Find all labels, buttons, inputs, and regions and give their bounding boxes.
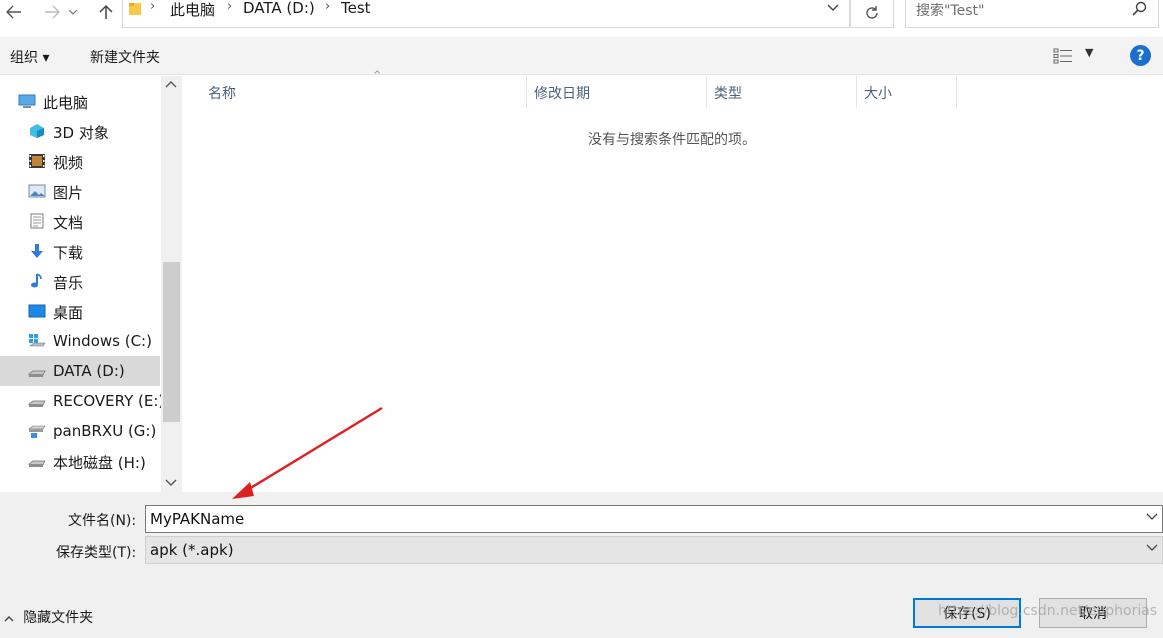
navigation-pane: 此电脑 3D 对象 视频 图片 文档 下载 音乐 桌面 Windows (C:)… xyxy=(0,76,182,492)
sidebar-item-recovery-e[interactable]: RECOVERY (E:) xyxy=(0,386,164,416)
sidebar-item-3d-objects[interactable]: 3D 对象 xyxy=(0,116,160,146)
sidebar-item-this-pc[interactable]: 此电脑 xyxy=(0,86,160,116)
sidebar-item-label: DATA (D:) xyxy=(53,362,125,380)
sidebar-item-videos[interactable]: 视频 xyxy=(0,146,160,176)
sidebar-item-label: 此电脑 xyxy=(43,94,89,112)
sidebar-item-label: 桌面 xyxy=(53,304,84,322)
filename-value[interactable]: MyPAKName xyxy=(150,510,244,528)
sidebar-item-label: 下载 xyxy=(53,244,84,262)
documents-icon xyxy=(30,213,44,229)
hide-folders-toggle[interactable]: 隐藏文件夹 xyxy=(4,607,93,627)
new-folder-button[interactable]: 新建文件夹 xyxy=(90,47,160,67)
breadcrumb-separator-icon: › xyxy=(227,0,233,14)
filename-label: 文件名(N): xyxy=(68,513,137,529)
sidebar-item-label: 视频 xyxy=(53,154,84,172)
forward-arrow-icon[interactable] xyxy=(40,0,64,24)
column-header-type[interactable]: 类型 xyxy=(707,76,857,108)
scroll-down-icon[interactable] xyxy=(165,477,177,490)
view-dropdown-icon[interactable]: ▼ xyxy=(1085,46,1093,59)
recent-locations-chevron-icon[interactable] xyxy=(66,0,80,24)
column-header-label: 类型 xyxy=(714,86,742,102)
sidebar-item-label: Windows (C:) xyxy=(53,332,152,350)
download-icon xyxy=(31,244,43,258)
sidebar-item-label: 文档 xyxy=(53,214,84,232)
column-header-label: 修改日期 xyxy=(534,86,590,102)
filename-dropdown-icon[interactable] xyxy=(1146,510,1158,524)
drive-icon xyxy=(28,370,46,377)
column-header-label: 名称 xyxy=(208,86,236,102)
filetype-value: apk (*.apk) xyxy=(150,541,234,559)
view-options-icon[interactable] xyxy=(1053,48,1073,64)
video-icon xyxy=(29,154,45,168)
sidebar-item-downloads[interactable]: 下载 xyxy=(0,236,160,266)
sidebar-item-label: RECOVERY (E:) xyxy=(53,392,165,410)
desktop-icon xyxy=(28,304,46,318)
sidebar-item-data-d[interactable]: DATA (D:) xyxy=(0,356,160,386)
breadcrumb-test[interactable]: Test xyxy=(341,0,371,17)
column-header-date-modified[interactable]: 修改日期 xyxy=(527,76,707,108)
address-bar[interactable]: › 此电脑 › DATA (D:) › Test xyxy=(122,0,850,28)
navigation-bar: › 此电脑 › DATA (D:) › Test 搜索"Test" xyxy=(0,0,1163,36)
save-options-panel: 文件名(N): MyPAKName 保存类型(T): apk (*.apk) 隐… xyxy=(0,492,1163,638)
refresh-icon xyxy=(866,5,878,19)
3d-objects-icon xyxy=(30,124,44,138)
windows-drive-icon xyxy=(29,334,46,347)
search-input[interactable]: 搜索"Test" xyxy=(916,0,984,20)
column-header-name[interactable]: 名称 ^ xyxy=(201,70,527,108)
file-list: 名称 ^ 修改日期 类型 大小 没有与搜索条件匹配的项。 xyxy=(184,70,1163,492)
column-header-size[interactable]: 大小 xyxy=(857,76,957,108)
organize-menu-button[interactable]: 组织 ▾ xyxy=(10,47,49,67)
sidebar-item-label: 本地磁盘 (H:) xyxy=(53,454,146,472)
sidebar-item-label: panBRXU (G:) xyxy=(53,422,157,440)
sidebar-item-music[interactable]: 音乐 xyxy=(0,266,160,296)
computer-icon xyxy=(18,94,36,108)
refresh-button[interactable] xyxy=(850,0,894,28)
breadcrumb-this-pc[interactable]: 此电脑 xyxy=(170,0,215,20)
sidebar-item-pictures[interactable]: 图片 xyxy=(0,176,160,206)
sidebar-item-local-disk-h[interactable]: 本地磁盘 (H:) xyxy=(0,446,160,476)
address-dropdown-icon[interactable] xyxy=(827,0,839,16)
network-drive-icon xyxy=(28,425,46,438)
filetype-dropdown-icon[interactable] xyxy=(1146,541,1158,555)
chevron-up-icon xyxy=(4,614,17,625)
filename-field[interactable]: MyPAKName xyxy=(145,505,1163,533)
sidebar-item-panbrxu-g[interactable]: panBRXU (G:) xyxy=(0,416,160,446)
command-toolbar: 组织 ▾ 新建文件夹 ▼ ? xyxy=(0,37,1163,75)
music-icon xyxy=(31,273,42,288)
folder-icon xyxy=(129,3,141,15)
filetype-label: 保存类型(T): xyxy=(56,545,137,561)
back-arrow-icon[interactable] xyxy=(2,0,26,24)
watermark-text: https://blog.csdn.net/euphorias xyxy=(938,603,1158,619)
scrollbar-thumb[interactable] xyxy=(163,262,180,422)
hide-folders-label: 隐藏文件夹 xyxy=(23,610,94,626)
help-icon[interactable]: ? xyxy=(1130,45,1151,66)
scroll-up-icon[interactable] xyxy=(165,78,177,91)
pictures-icon xyxy=(28,184,46,198)
column-header-label: 大小 xyxy=(864,86,892,102)
breadcrumb-data-drive[interactable]: DATA (D:) xyxy=(243,0,315,17)
sidebar-item-label: 3D 对象 xyxy=(53,124,109,142)
sort-ascending-icon: ^ xyxy=(373,70,382,81)
search-icon[interactable] xyxy=(1132,1,1148,17)
breadcrumb-separator-icon: › xyxy=(150,0,156,14)
filetype-select[interactable]: apk (*.apk) xyxy=(145,536,1163,564)
drive-icon xyxy=(28,400,46,407)
sidebar-scrollbar[interactable] xyxy=(161,76,182,492)
sidebar-item-label: 图片 xyxy=(53,184,84,202)
drive-icon xyxy=(28,460,46,467)
sidebar-item-windows-c[interactable]: Windows (C:) xyxy=(0,326,160,356)
empty-folder-message: 没有与搜索条件匹配的项。 xyxy=(588,132,756,148)
breadcrumb-separator-icon: › xyxy=(325,0,331,14)
search-box[interactable]: 搜索"Test" xyxy=(905,0,1159,28)
sidebar-item-desktop[interactable]: 桌面 xyxy=(0,296,160,326)
up-arrow-icon[interactable] xyxy=(94,0,118,24)
sidebar-item-documents[interactable]: 文档 xyxy=(0,206,160,236)
sidebar-item-label: 音乐 xyxy=(53,274,84,292)
